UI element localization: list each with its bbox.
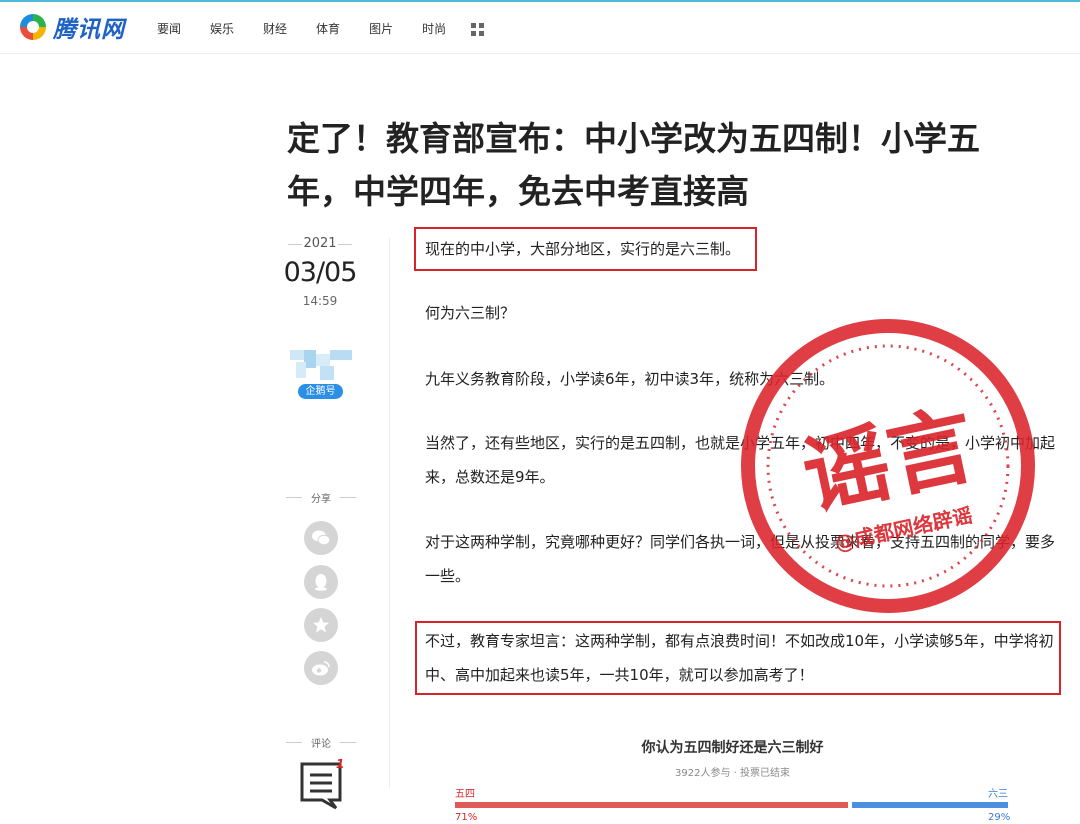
publish-year: 2021 <box>280 236 360 251</box>
tencent-logo-icon <box>18 12 48 42</box>
share-favorite-button[interactable] <box>304 608 338 642</box>
share-qq-button[interactable] <box>304 565 338 599</box>
nav-item-fashion[interactable]: 时尚 <box>422 20 446 37</box>
poll-title: 你认为五四制好还是六三制好 <box>641 740 824 756</box>
poll-bar-right <box>852 802 1008 808</box>
comment-count: 1 <box>336 757 345 771</box>
nav-item-news[interactable]: 要闻 <box>157 20 181 37</box>
weibo-icon <box>312 661 330 676</box>
share-weibo-button[interactable] <box>304 651 338 685</box>
highlight-box <box>415 621 1061 695</box>
poll-subtitle: 3922人参与 · 投票已结束 <box>675 768 790 779</box>
highlight-box <box>414 227 757 271</box>
publish-month-day: 03/05 <box>283 257 358 288</box>
article-paragraph: 当然了，还有些地区，实行的是五四制，也就是小学五年，初中四年，不变的是，小学初中… <box>425 434 1056 486</box>
wechat-icon <box>312 530 331 546</box>
comment-label: 评论 <box>286 735 356 750</box>
publish-date: 2021 03/05 14:59 <box>280 236 360 308</box>
poll-left-percent: 71% <box>455 812 478 823</box>
nav-item-sports[interactable]: 体育 <box>316 20 340 37</box>
article-paragraph: 何为六三制？ <box>425 304 516 322</box>
site-header: 腾讯网 要闻 娱乐 财经 体育 图片 时尚 <box>0 2 1080 54</box>
article-paragraph: 对于这两种学制，究竟哪种更好？同学们各执一词，但是从投票来看，支持五四制的同学，… <box>425 533 1056 585</box>
article-paragraph: 九年义务教育阶段，小学读6年，初中读3年，统称为六三制。 <box>425 370 835 388</box>
poll-option-left: 五四 <box>455 789 475 800</box>
qq-icon <box>315 574 327 591</box>
star-icon <box>313 617 329 633</box>
publish-time: 14:59 <box>302 294 338 308</box>
main-nav: 要闻 娱乐 财经 体育 图片 时尚 <box>157 20 475 37</box>
poll-bar-left <box>455 802 848 808</box>
logo-text: 腾讯网 <box>53 17 125 43</box>
site-logo[interactable]: 腾讯网 <box>18 10 125 44</box>
poll-right-percent: 29% <box>988 812 1011 823</box>
author-avatar[interactable] <box>290 350 352 380</box>
nav-item-entertainment[interactable]: 娱乐 <box>210 20 234 37</box>
share-label: 分享 <box>286 490 356 505</box>
share-wechat-button[interactable] <box>304 521 338 555</box>
article-title: 定了！教育部宣布：中小学改为五四制！小学五年，中学四年，免去中考直接高 <box>287 119 980 211</box>
author-badge[interactable]: 企鹅号 <box>298 384 343 399</box>
nav-item-pictures[interactable]: 图片 <box>369 20 393 37</box>
column-divider <box>389 238 390 788</box>
nav-item-finance[interactable]: 财经 <box>263 20 287 37</box>
poll-option-right: 六三 <box>988 789 1008 800</box>
more-grid-icon[interactable] <box>471 23 484 36</box>
